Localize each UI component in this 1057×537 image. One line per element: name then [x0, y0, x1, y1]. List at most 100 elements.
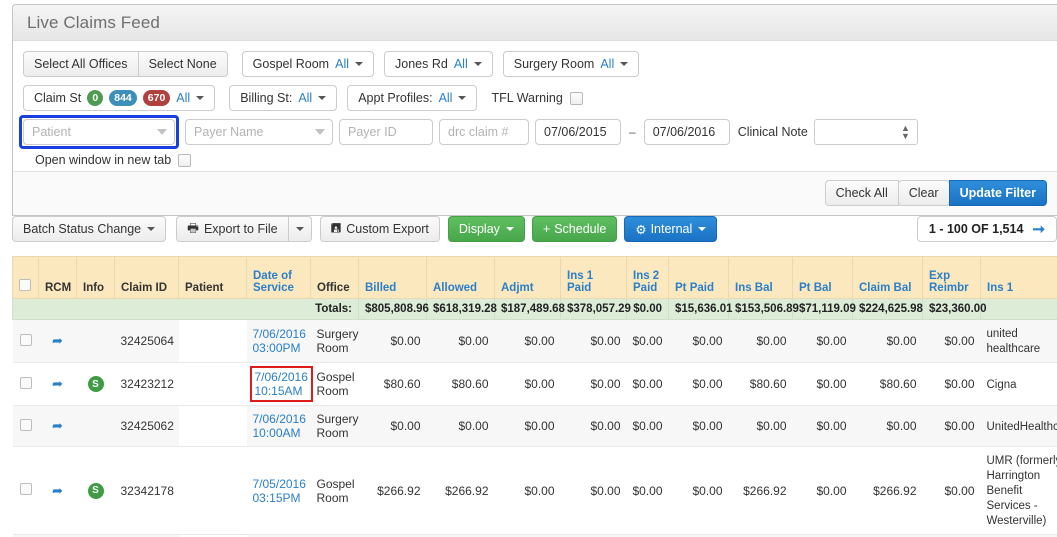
header-billed[interactable]: Billed — [358, 256, 427, 299]
payer-id-input[interactable] — [339, 119, 433, 145]
billed-cell: $80.60 — [358, 362, 427, 406]
clinical-note-select[interactable]: ▲ ▼ — [813, 119, 918, 145]
office-name-label: Gospel Room — [252, 57, 330, 71]
header-pt-bal[interactable]: Pt Bal — [792, 256, 853, 299]
select-all-offices-button[interactable]: Select All Offices — [23, 51, 139, 77]
rcm-cell[interactable]: ➦ — [38, 362, 77, 406]
share-icon[interactable]: ➦ — [52, 418, 63, 433]
date-of-service-cell[interactable]: 7/06/2016 03:00PM — [246, 319, 311, 363]
claim-id-cell[interactable]: 32425064 — [114, 319, 179, 363]
header-office[interactable]: Office — [310, 256, 359, 299]
billed-cell: $0.00 — [358, 319, 427, 363]
header-ins-bal[interactable]: Ins Bal — [728, 256, 793, 299]
office-dropdown-gospel-room[interactable]: Gospel Room All — [241, 51, 375, 77]
header-ins1[interactable]: Ins 1 — [980, 256, 1057, 299]
select-none-button[interactable]: Select None — [137, 51, 228, 77]
header-patient[interactable]: Patient — [178, 256, 247, 299]
share-icon[interactable]: ➦ — [52, 333, 63, 348]
custom-export-button[interactable]: 🖪 Custom Export — [319, 216, 440, 242]
billing-status-dropdown[interactable]: Billing St: All — [229, 85, 338, 111]
date-of-service-value[interactable]: 7/05/2016 03:15PM — [253, 477, 306, 505]
header-info[interactable]: Info — [76, 256, 115, 299]
header-ins2-paid[interactable]: Ins 2 Paid — [626, 256, 669, 299]
row-select-cell[interactable] — [12, 362, 39, 406]
date-to-input[interactable] — [643, 119, 730, 145]
office-dropdown-surgery-room[interactable]: Surgery Room All — [502, 51, 640, 77]
row-select-cell[interactable] — [12, 446, 39, 535]
date-range-separator: – — [629, 125, 636, 139]
row-select-checkbox[interactable] — [19, 418, 32, 431]
rcm-cell[interactable]: ➦ — [38, 446, 77, 535]
pagination-control[interactable]: 1 - 100 OF 1,514 ➞ — [916, 216, 1057, 242]
date-of-service-cell[interactable]: 7/05/2016 03:15PM — [246, 446, 311, 535]
office-filter-row: Select All Offices Select None Gospel Ro… — [23, 51, 1047, 77]
claim-id-cell[interactable]: 32423212 — [114, 362, 179, 406]
select-all-header[interactable] — [12, 256, 39, 299]
header-pt-paid[interactable]: Pt Paid — [668, 256, 729, 299]
date-of-service-cell[interactable]: 7/06/2016 10:15AM — [246, 362, 313, 406]
info-cell[interactable] — [76, 319, 115, 363]
office-dropdown-jones-rd[interactable]: Jones Rd All — [384, 51, 493, 77]
row-select-cell[interactable] — [12, 405, 39, 447]
schedule-label: Schedule — [554, 222, 607, 236]
arrow-right-icon[interactable]: ➞ — [1032, 222, 1045, 237]
patient-input[interactable] — [23, 119, 175, 145]
display-button[interactable]: Display — [447, 216, 525, 242]
rcm-cell[interactable]: ➦ — [38, 405, 77, 447]
ins-bal-cell: $0.00 — [728, 319, 793, 363]
info-cell[interactable] — [76, 405, 115, 447]
patient-cell[interactable] — [178, 446, 247, 535]
update-filter-button[interactable]: Update Filter — [948, 180, 1047, 206]
row-select-checkbox[interactable] — [19, 376, 32, 389]
status-badge[interactable]: S — [87, 376, 104, 393]
claim-id-cell[interactable]: 32342178 — [114, 446, 179, 535]
share-icon[interactable]: ➦ — [52, 483, 63, 498]
totals-allowed: $618,319.28 — [426, 298, 497, 320]
batch-status-change-button[interactable]: Batch Status Change — [12, 216, 167, 242]
export-to-file-button[interactable]: 🖶 Export to File — [176, 216, 289, 242]
header-claim-id[interactable]: Claim ID — [114, 256, 179, 299]
info-cell[interactable]: S — [76, 362, 115, 406]
header-allowed[interactable]: Allowed — [426, 256, 495, 299]
date-from-input[interactable] — [535, 119, 621, 145]
date-of-service-cell[interactable]: 7/06/2016 10:00AM — [246, 405, 311, 447]
table-row[interactable]: ➦ 32425064 7/06/2016 03:00PM Surgery Room $0.0… — [12, 319, 1057, 363]
check-all-button[interactable]: Check All — [824, 180, 899, 206]
export-options-dropdown[interactable] — [287, 216, 312, 242]
appt-profiles-dropdown[interactable]: Appt Profiles: All — [347, 85, 478, 111]
row-select-checkbox[interactable] — [19, 483, 32, 495]
table-row[interactable]: ➦ 32425062 7/06/2016 10:00AM Surgery Room $0.0… — [12, 405, 1057, 447]
drc-claim-input[interactable] — [439, 119, 529, 145]
open-new-tab-checkbox[interactable] — [178, 153, 192, 167]
row-select-checkbox[interactable] — [19, 333, 32, 346]
claim-id-cell[interactable]: 32425062 — [114, 405, 179, 447]
date-of-service-value[interactable]: 7/06/2016 10:00AM — [253, 412, 306, 440]
claim-status-dropdown[interactable]: Claim St 0 844 670 All — [23, 85, 216, 111]
status-badge[interactable]: S — [87, 482, 104, 499]
row-select-cell[interactable] — [12, 319, 39, 363]
header-exp-reimbr[interactable]: Exp Reimbr — [922, 256, 981, 299]
tfl-warning-checkbox[interactable] — [569, 91, 583, 105]
patient-cell[interactable] — [178, 405, 247, 447]
date-of-service-value[interactable]: 7/06/2016 03:00PM — [253, 327, 306, 355]
header-adjmt[interactable]: Adjmt — [494, 256, 561, 299]
header-ins1-paid[interactable]: Ins 1 Paid — [560, 256, 627, 299]
header-date-of-service[interactable]: Date of Service — [246, 256, 311, 299]
filter-action-group: Check All Clear Update Filter — [824, 180, 1047, 206]
internal-button[interactable]: ⚙ Internal — [624, 216, 718, 242]
header-claim-bal[interactable]: Claim Bal — [852, 256, 923, 299]
payer-name-input[interactable] — [185, 119, 333, 145]
patient-cell[interactable] — [178, 362, 247, 406]
clear-button[interactable]: Clear — [897, 180, 950, 206]
info-cell[interactable]: S — [76, 446, 115, 535]
rcm-cell[interactable]: ➦ — [38, 319, 77, 363]
schedule-button[interactable]: + Schedule — [531, 216, 618, 242]
table-row[interactable]: ➦ S 32423212 7/06/2016 10:15AM Gospel Room $80.… — [12, 362, 1057, 406]
date-of-service-value[interactable]: 7/06/2016 10:15AM — [255, 370, 308, 398]
share-icon[interactable]: ➦ — [52, 376, 63, 391]
patient-cell[interactable] — [178, 319, 247, 363]
header-rcm[interactable]: RCM — [38, 256, 77, 299]
select-all-checkbox[interactable] — [19, 279, 31, 291]
table-row[interactable]: ➦ S 32342178 7/05/2016 03:15PM Gospel Room $266… — [12, 446, 1057, 535]
pt-paid-cell: $0.00 — [668, 446, 729, 535]
